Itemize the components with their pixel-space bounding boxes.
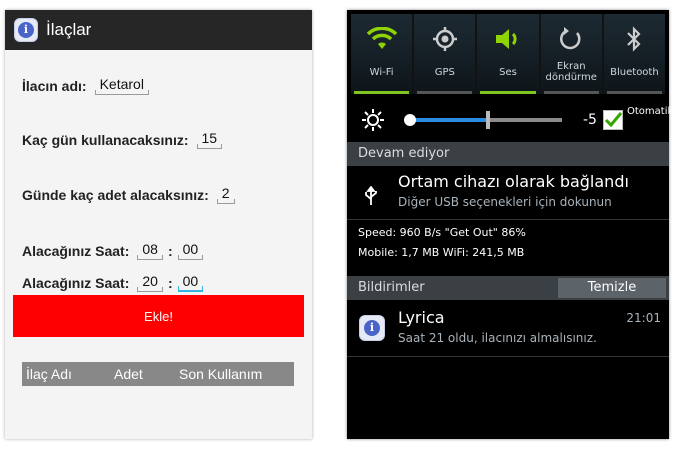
time-row-1: Alacağınız Saat: 08 : 00 <box>22 241 203 260</box>
bluetooth-icon <box>627 26 641 52</box>
drug-name-input[interactable]: Ketarol <box>94 76 150 95</box>
hour-input[interactable]: 08 <box>137 241 163 260</box>
column-header-drug: İlaç Adı <box>26 366 72 382</box>
days-input[interactable]: 15 <box>196 130 223 149</box>
usb-subtitle: Diğer USB seçenekleri için dokunun <box>398 195 612 209</box>
quick-settings: Wi-Fi GPS Ses Ekran döndürme Bluetooth <box>351 14 666 94</box>
sound-label: Ses <box>499 66 517 78</box>
slider-center-mark <box>486 111 490 129</box>
time-label: Alacağınız Saat: <box>22 274 130 291</box>
add-button[interactable]: Ekle! <box>13 295 304 337</box>
slider-knob[interactable] <box>404 114 416 126</box>
days-row: Kaç gün kullanacaksınız: 15 <box>22 130 222 149</box>
gps-toggle[interactable]: GPS <box>414 14 476 94</box>
usb-title[interactable]: Ortam cihazı olarak bağlandı <box>398 172 629 191</box>
time-row-2: Alacağınız Saat: 20 : 00 <box>22 273 203 292</box>
action-bar: i İlaçlar <box>5 10 312 50</box>
time-label: Alacağınız Saat: <box>22 242 130 259</box>
days-label: Kaç gün kullanacaksınız: <box>22 131 189 148</box>
usb-icon <box>365 186 377 205</box>
bluetooth-label: Bluetooth <box>610 66 659 78</box>
column-header-count: Adet <box>114 366 143 382</box>
app-screen: i İlaçlar İlacın adı: Ketarol Kaç gün ku… <box>5 10 312 439</box>
gps-icon <box>432 27 457 51</box>
clear-button[interactable]: Temizle <box>558 278 666 298</box>
notification-time: 21:01 <box>626 311 661 325</box>
bluetooth-toggle[interactable]: Bluetooth <box>603 14 666 94</box>
sound-toggle[interactable]: Ses <box>477 14 539 94</box>
drug-name-label: İlacın adı: <box>22 77 87 94</box>
daily-input[interactable]: 2 <box>216 185 235 204</box>
data-usage-line: Mobile: 1,7 MB WiFi: 241,5 MB <box>358 246 525 259</box>
table-header: İlaç Adı Adet Son Kullanım <box>22 362 294 386</box>
ongoing-header: Devam ediyor <box>347 142 669 166</box>
rotate-icon <box>560 27 581 50</box>
column-header-expiry: Son Kullanım <box>179 366 263 382</box>
check-icon <box>604 112 623 128</box>
lyrica-notification[interactable]: i Lyrica 21:01 Saat 21 oldu, ilacınızı a… <box>347 302 669 356</box>
hour-input[interactable]: 20 <box>137 273 163 292</box>
minute-input[interactable]: 00 <box>177 241 204 260</box>
wifi-label: Wi-Fi <box>369 66 394 78</box>
wifi-toggle[interactable]: Wi-Fi <box>351 14 413 94</box>
rotate-label: Ekran döndürme <box>545 61 597 83</box>
time-separator: : <box>167 242 173 259</box>
speed-line: Speed: 960 B/s "Get Out" 86% <box>358 226 526 239</box>
app-title: İlaçlar <box>46 20 92 39</box>
daily-label: Günde kaç adet alacaksınız: <box>22 186 209 203</box>
daily-row: Günde kaç adet alacaksınız: 2 <box>22 185 235 204</box>
sound-icon <box>496 29 517 49</box>
brightness-icon <box>362 109 384 131</box>
auto-brightness-label: Otomatik <box>627 106 674 117</box>
brightness-value: -5 <box>583 112 597 128</box>
app-logo-icon: i <box>14 18 38 42</box>
brightness-row: -5 Otomatik <box>347 98 674 142</box>
notification-text: Saat 21 oldu, ilacınızı almalısınız. <box>398 331 597 345</box>
time-separator: : <box>167 274 173 291</box>
notifications-label: Bildirimler <box>358 280 425 295</box>
wifi-icon <box>366 27 397 49</box>
minute-input[interactable]: 00 <box>177 273 204 292</box>
gps-label: GPS <box>434 66 455 78</box>
notification-title: Lyrica <box>398 308 445 327</box>
notification-panel: Wi-Fi GPS Ses Ekran döndürme Bluetooth -… <box>347 10 674 439</box>
drug-name-row: İlacın adı: Ketarol <box>22 76 150 95</box>
notifications-header: Bildirimler Temizle <box>347 276 669 300</box>
rotate-toggle[interactable]: Ekran döndürme <box>540 14 602 94</box>
auto-brightness-checkbox[interactable] <box>603 110 623 130</box>
app-logo-icon: i <box>359 315 385 341</box>
